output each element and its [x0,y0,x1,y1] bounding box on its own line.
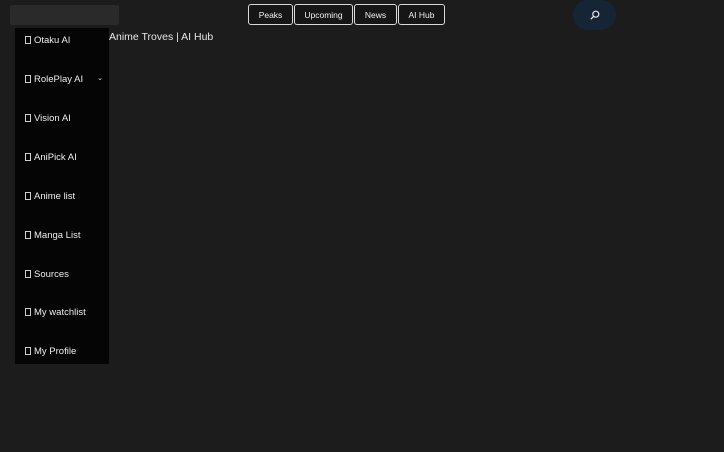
sidebar-item-anime-list[interactable]: Anime list [25,187,103,205]
sidebar-item-label: Anime list [34,190,76,202]
sidebar-item-otaku-ai[interactable]: Otaku AI [25,31,103,49]
box-icon [25,231,31,239]
tab-ai-hub[interactable]: AI Hub [398,4,445,25]
sidebar-item-label: Manga List [34,229,81,241]
tab-peaks[interactable]: Peaks [248,4,293,25]
sidebar-item-anipick-ai[interactable]: AniPick AI [25,148,103,166]
tab-news[interactable]: News [354,4,397,25]
sidebar-item-my-profile[interactable]: My Profile [25,342,103,360]
box-icon [25,114,31,122]
page-title: Anime Troves | AI Hub [109,31,214,43]
top-search-input[interactable] [10,5,119,25]
sidebar-menu: Otaku AI RolePlay AI ⌄ Vision AI AniPick… [15,28,109,364]
sidebar-item-sources[interactable]: Sources [25,265,103,283]
tab-upcoming[interactable]: Upcoming [294,4,353,25]
sidebar-item-label: My Profile [34,345,77,357]
sidebar-item-label: Sources [34,268,69,280]
top-nav-tabs: Peaks Upcoming News AI Hub [248,4,445,25]
box-icon [25,192,31,200]
box-icon [25,153,31,161]
box-icon [25,36,31,44]
box-icon [25,75,31,83]
sidebar-item-vision-ai[interactable]: Vision AI [25,109,103,127]
chevron-down-icon[interactable]: ⌄ [97,74,103,84]
sidebar-item-label: RolePlay AI [34,73,84,85]
sidebar-item-manga-list[interactable]: Manga List [25,226,103,244]
sidebar-item-my-watchlist[interactable]: My watchlist [25,303,103,321]
sidebar-item-roleplay-ai[interactable]: RolePlay AI ⌄ [25,70,103,88]
search-button[interactable] [573,0,616,30]
box-icon [25,347,31,355]
sidebar-item-label: AniPick AI [34,151,77,163]
search-icon [590,10,599,20]
box-icon [25,308,31,316]
sidebar-item-label: Vision AI [34,112,71,124]
sidebar-item-label: Otaku AI [34,34,71,46]
sidebar-item-label: My watchlist [34,306,86,318]
box-icon [25,270,31,278]
page: Peaks Upcoming News AI Hub Otaku AI Role… [0,0,724,452]
